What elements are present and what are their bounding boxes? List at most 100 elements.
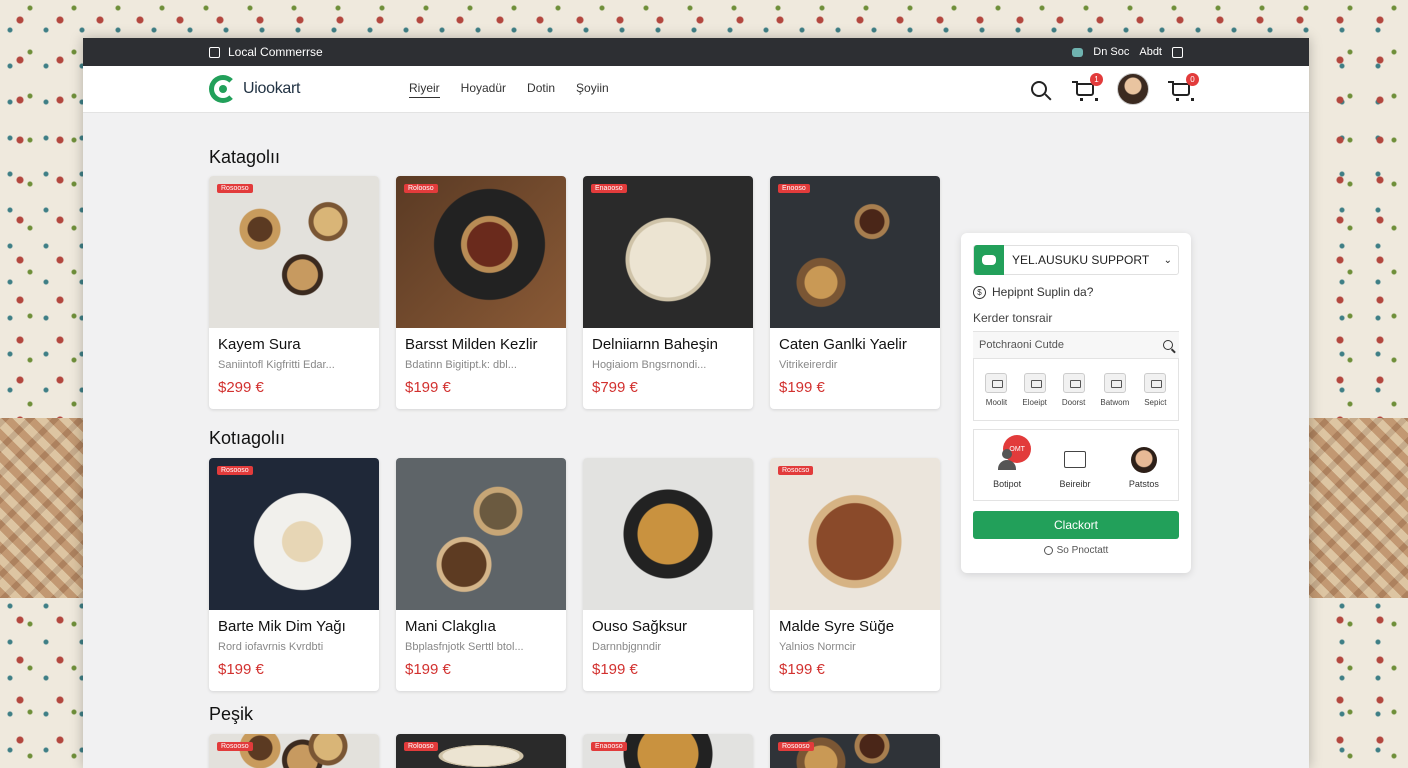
product-card[interactable]: Rosooso Kayem Sura Saniintofl Kigfritti E… [209, 176, 379, 409]
product-subtitle: Saniintofl Kigfritti Edar... [218, 359, 335, 371]
product-card[interactable]: Rosooso [209, 734, 379, 768]
agent-label: Botipot [993, 479, 1022, 489]
nav-link-3[interactable]: Dotin [527, 81, 555, 98]
agent-option[interactable]: Beireibr [1060, 447, 1091, 489]
support-category[interactable]: Batwom [1100, 372, 1130, 407]
product-grid: Rosooso Barte Mik Dim Yağı Rord iofavrnis… [209, 458, 940, 691]
category-label: Batwom [1100, 397, 1130, 407]
product-card[interactable]: Mani Clakglıa Bbplasfnjotk Serttl btol...… [396, 458, 566, 691]
product-tag: Rosooso [217, 742, 253, 751]
section-title: Kotıagolıı [209, 428, 286, 448]
support-question-text: Hepipnt Suplin da? [992, 285, 1094, 299]
support-search-placeholder: Potchraoni Cutde [979, 339, 1064, 351]
product-image: Enooso [770, 176, 940, 328]
logo-icon [209, 75, 237, 103]
product-price: $199 € [592, 661, 638, 678]
logo-text: Uiookart [243, 80, 301, 97]
category-label: Doorst [1061, 397, 1086, 407]
support-title: YEL.AUSUKU SUPPORT [1012, 253, 1150, 267]
top-bar: Local Commerrse Dn Soc Abdt [83, 38, 1309, 66]
product-card[interactable]: Rosocso Malde Syre Süğe Yalnios Normcir $1… [770, 458, 940, 691]
product-card[interactable]: Rosooso [770, 734, 940, 768]
product-price: $199 € [405, 379, 451, 396]
product-image [583, 458, 753, 610]
support-search-input[interactable]: Potchraoni Cutde [973, 331, 1179, 359]
category-icon [1144, 372, 1167, 393]
screen-icon [1062, 447, 1088, 473]
category-icon [985, 372, 1008, 393]
category-label: Moolit [985, 397, 1008, 407]
product-tag: Enaooso [591, 184, 627, 193]
topbar-item-1[interactable]: Dn Soc [1093, 46, 1129, 58]
product-subtitle: Darnnbjgnndir [592, 641, 662, 653]
topbar-item-2[interactable]: Abdt [1139, 46, 1162, 58]
product-price: $299 € [218, 379, 264, 396]
product-name: Malde Syre Süğe [779, 618, 895, 635]
cart-badge: 1 [1090, 73, 1103, 86]
support-header[interactable]: YEL.AUSUKU SUPPORT ⌄ [973, 245, 1179, 275]
product-card[interactable]: Rolooso [396, 734, 566, 768]
search-icon [1031, 81, 1047, 97]
agent-label: Beireibr [1059, 479, 1091, 489]
support-category[interactable]: Sepict [1144, 372, 1167, 407]
support-footer-text: So Pnoctatt [1056, 545, 1109, 556]
agent-label: Patstos [1128, 479, 1159, 489]
nav-link-2[interactable]: Hoyadür [461, 81, 506, 98]
product-tag: Rosooso [217, 184, 253, 193]
product-tag: Enaooso [591, 742, 627, 751]
agent-option[interactable]: Patstos [1129, 447, 1159, 489]
product-subtitle: Yalnios Normcir [779, 641, 856, 653]
product-card[interactable]: Ouso Sağksur Darnnbjgnndir $199 € [583, 458, 753, 691]
chat-icon [974, 245, 1004, 275]
support-footer[interactable]: So Pnoctatt [973, 545, 1179, 556]
cart-button-2[interactable]: 0 [1167, 73, 1199, 103]
product-subtitle: Vitrikeirerdir [779, 359, 838, 371]
product-subtitle: Bbplasfnjotk Serttl btol... [405, 641, 524, 653]
product-card[interactable]: Rolooso Barsst Milden Kezlir Bdatinn Bigi… [396, 176, 566, 409]
browser-window: Local Commerrse Dn Soc Abdt Uiookart Riy… [83, 38, 1309, 768]
product-image: Enaooso [583, 734, 753, 768]
search-icon[interactable] [1163, 340, 1173, 350]
product-price: $199 € [405, 661, 451, 678]
product-name: Barsst Milden Kezlir [405, 336, 538, 353]
nav-link-4[interactable]: Şoyiin [576, 81, 609, 98]
product-tag: Rosocso [778, 466, 814, 475]
logo[interactable]: Uiookart [209, 75, 409, 103]
product-name: Barte Mik Dim Yağı [218, 618, 346, 635]
message-icon[interactable] [1072, 47, 1084, 57]
cart-button[interactable]: 1 [1071, 73, 1103, 103]
share-icon[interactable] [1172, 46, 1183, 58]
store-name: Local Commerrse [228, 45, 323, 59]
product-subtitle: Rord iofavrnis Kvrdbti [218, 641, 324, 653]
product-tag: Enooso [778, 184, 810, 193]
product-card[interactable]: Enaooso Delniiarnn Baheşin Hogiaiom Bngsr… [583, 176, 753, 409]
category-icon [1023, 372, 1046, 393]
product-card[interactable]: Enaooso [583, 734, 753, 768]
product-name: Delniiarnn Baheşin [592, 336, 718, 353]
support-primary-button[interactable]: Clackort [973, 511, 1179, 539]
store-icon [209, 46, 220, 58]
user-avatar[interactable] [1117, 73, 1149, 105]
product-image: Rosocso [770, 458, 940, 610]
cart-badge-2: 0 [1186, 73, 1199, 86]
dollar-icon: $ [973, 285, 986, 299]
agent-avatar [1130, 447, 1157, 473]
product-tag: Rolooso [404, 184, 438, 193]
support-category[interactable]: Doorst [1061, 372, 1086, 407]
support-category[interactable]: Eloeipt [1022, 372, 1047, 407]
person-icon [994, 447, 1020, 473]
chevron-down-icon[interactable]: ⌄ [1164, 255, 1172, 266]
nav-link-1[interactable]: Riyeir [409, 81, 440, 98]
search-button[interactable] [1025, 75, 1053, 103]
product-tag: Rolooso [404, 742, 438, 751]
product-grid: Rosooso Kayem Sura Saniintofl Kigfritti E… [209, 176, 940, 409]
product-price: $199 € [779, 661, 825, 678]
support-category[interactable]: Moolit [985, 372, 1008, 407]
agent-option[interactable]: OMT Botipot [993, 435, 1032, 489]
support-label: Kerder tonsrair [973, 311, 1053, 325]
product-image [396, 458, 566, 610]
product-card[interactable]: Rosooso Barte Mik Dim Yağı Rord iofavrnis… [209, 458, 379, 691]
product-tag: Rosooso [778, 742, 814, 751]
product-card[interactable]: Enooso Caten Ganlki Yaelir Vitrikeirerdir… [770, 176, 940, 409]
product-price: $199 € [779, 379, 825, 396]
